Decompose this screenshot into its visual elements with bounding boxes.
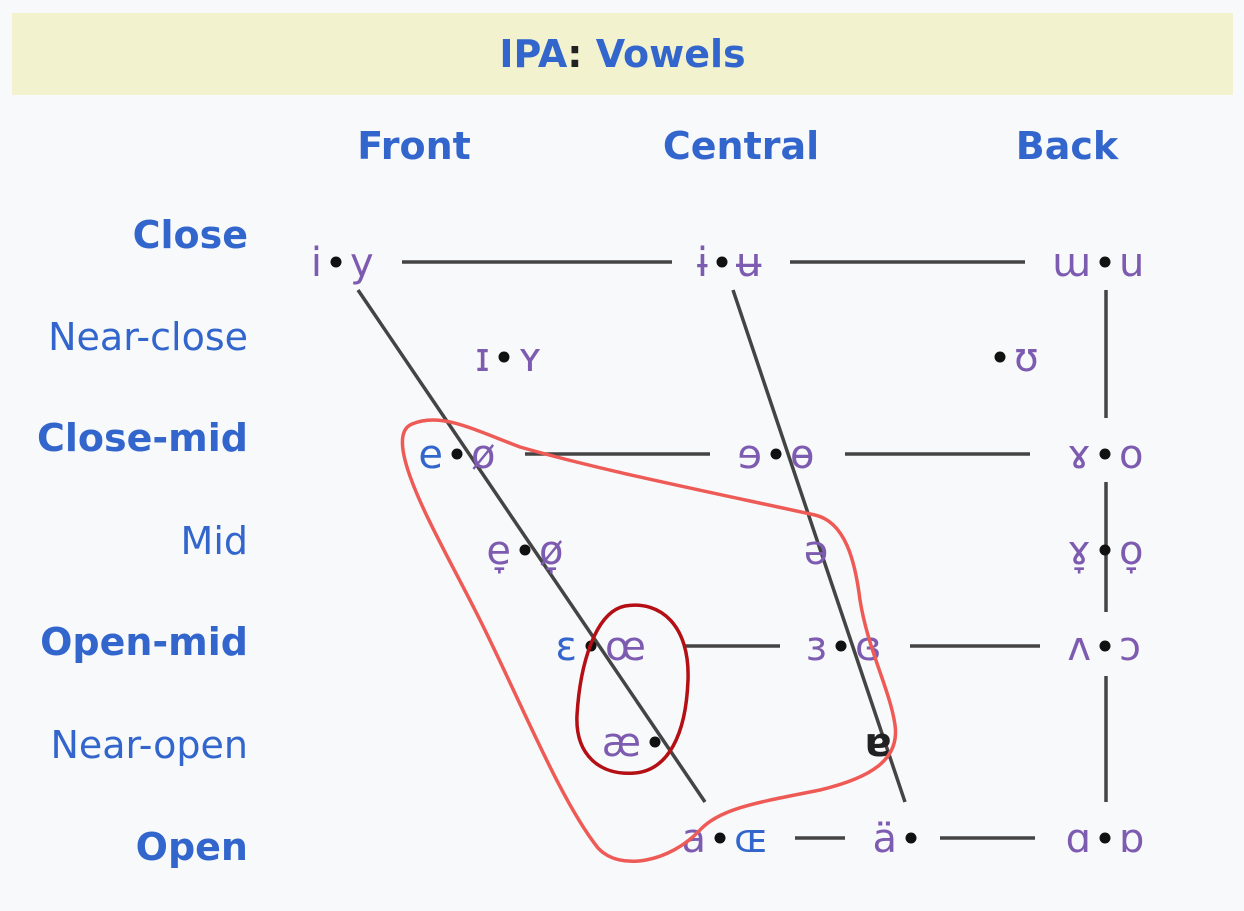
vowel-dot — [994, 351, 1006, 363]
vowel-mid-front-rounded[interactable]: ø̞ — [539, 528, 563, 574]
vowel-dot — [519, 544, 531, 556]
vowel-dot — [905, 832, 917, 844]
vowel-near-close-front-rounded[interactable]: ʏ — [518, 335, 542, 381]
vowel-close-mid-central-unrounded[interactable]: ɘ — [737, 432, 762, 478]
vowel-close-back-unrounded[interactable]: ɯ — [1052, 240, 1091, 286]
vowel-dot — [835, 640, 847, 652]
vowel-open-back-rounded[interactable]: ɒ — [1119, 816, 1144, 862]
vowel-open-mid-central-unrounded[interactable]: ɜ — [806, 624, 827, 670]
vowel-near-open-front-unrounded[interactable]: æ — [602, 720, 641, 766]
vowel-dot — [498, 351, 510, 363]
vowel-close-central-rounded[interactable]: ʉ — [736, 240, 762, 286]
vowel-dot — [770, 448, 782, 460]
vowel-dot — [1099, 448, 1111, 460]
vowel-open-mid-back-unrounded[interactable]: ʌ — [1067, 624, 1091, 670]
vowel-mid-central[interactable]: ə — [804, 528, 829, 574]
vowel-open-front-unrounded[interactable]: a — [681, 816, 706, 862]
vowel-close-central-unrounded[interactable]: ɨ — [697, 240, 708, 286]
vowel-close-mid-back-unrounded[interactable]: ɤ — [1067, 432, 1091, 478]
vowel-open-central-unrounded[interactable]: ä — [872, 816, 897, 862]
vowel-close-front-unrounded[interactable]: i — [311, 240, 322, 286]
vowel-close-mid-front-rounded[interactable]: ø — [471, 432, 495, 478]
vowel-dot — [649, 736, 661, 748]
vowel-dot — [330, 256, 342, 268]
vowel-mid-back-unrounded[interactable]: ɤ̞ — [1067, 528, 1091, 574]
vowel-dot — [714, 832, 726, 844]
vowel-close-mid-front-unrounded[interactable]: e — [418, 432, 443, 478]
vowel-dot — [1099, 544, 1111, 556]
vowel-close-back-rounded[interactable]: u — [1119, 240, 1144, 286]
vowel-trapezium: i y ɨ ʉ ɯ uɪ ʏ ʊe ø ɘ ɵ ɤ oe̞ ø̞ ə ɤ̞ o̞ɛ œ ɜ ɞ ʌ ɔæ ɐa ɶ ä ɑ ɒ — [311, 240, 1144, 863]
vowel-open-mid-front-rounded[interactable]: œ — [605, 624, 646, 670]
vowel-open-front-rounded[interactable]: ɶ — [734, 816, 768, 862]
vowel-open-mid-front-unrounded[interactable]: ɛ — [555, 624, 577, 670]
vowel-mid-front-unrounded[interactable]: e̞ — [486, 528, 511, 574]
vowel-dot — [1099, 256, 1111, 268]
vowel-near-close-front-unrounded[interactable]: ɪ — [475, 335, 490, 381]
vowel-open-mid-back-rounded[interactable]: ɔ — [1119, 624, 1141, 670]
vowel-close-mid-central-rounded[interactable]: ɵ — [790, 432, 814, 478]
vowel-mid-back-rounded[interactable]: o̞ — [1119, 528, 1143, 574]
vowel-dot — [716, 256, 728, 268]
vowel-dot — [1099, 832, 1111, 844]
vowel-dot — [1099, 640, 1111, 652]
vowel-open-back-unrounded[interactable]: ɑ — [1066, 816, 1091, 862]
vowel-near-close-back-rounded[interactable]: ʊ — [1014, 335, 1039, 381]
vowel-dot — [451, 448, 463, 460]
vowel-close-mid-back-rounded[interactable]: o — [1119, 432, 1143, 478]
vowel-close-front-rounded[interactable]: y — [350, 240, 374, 286]
